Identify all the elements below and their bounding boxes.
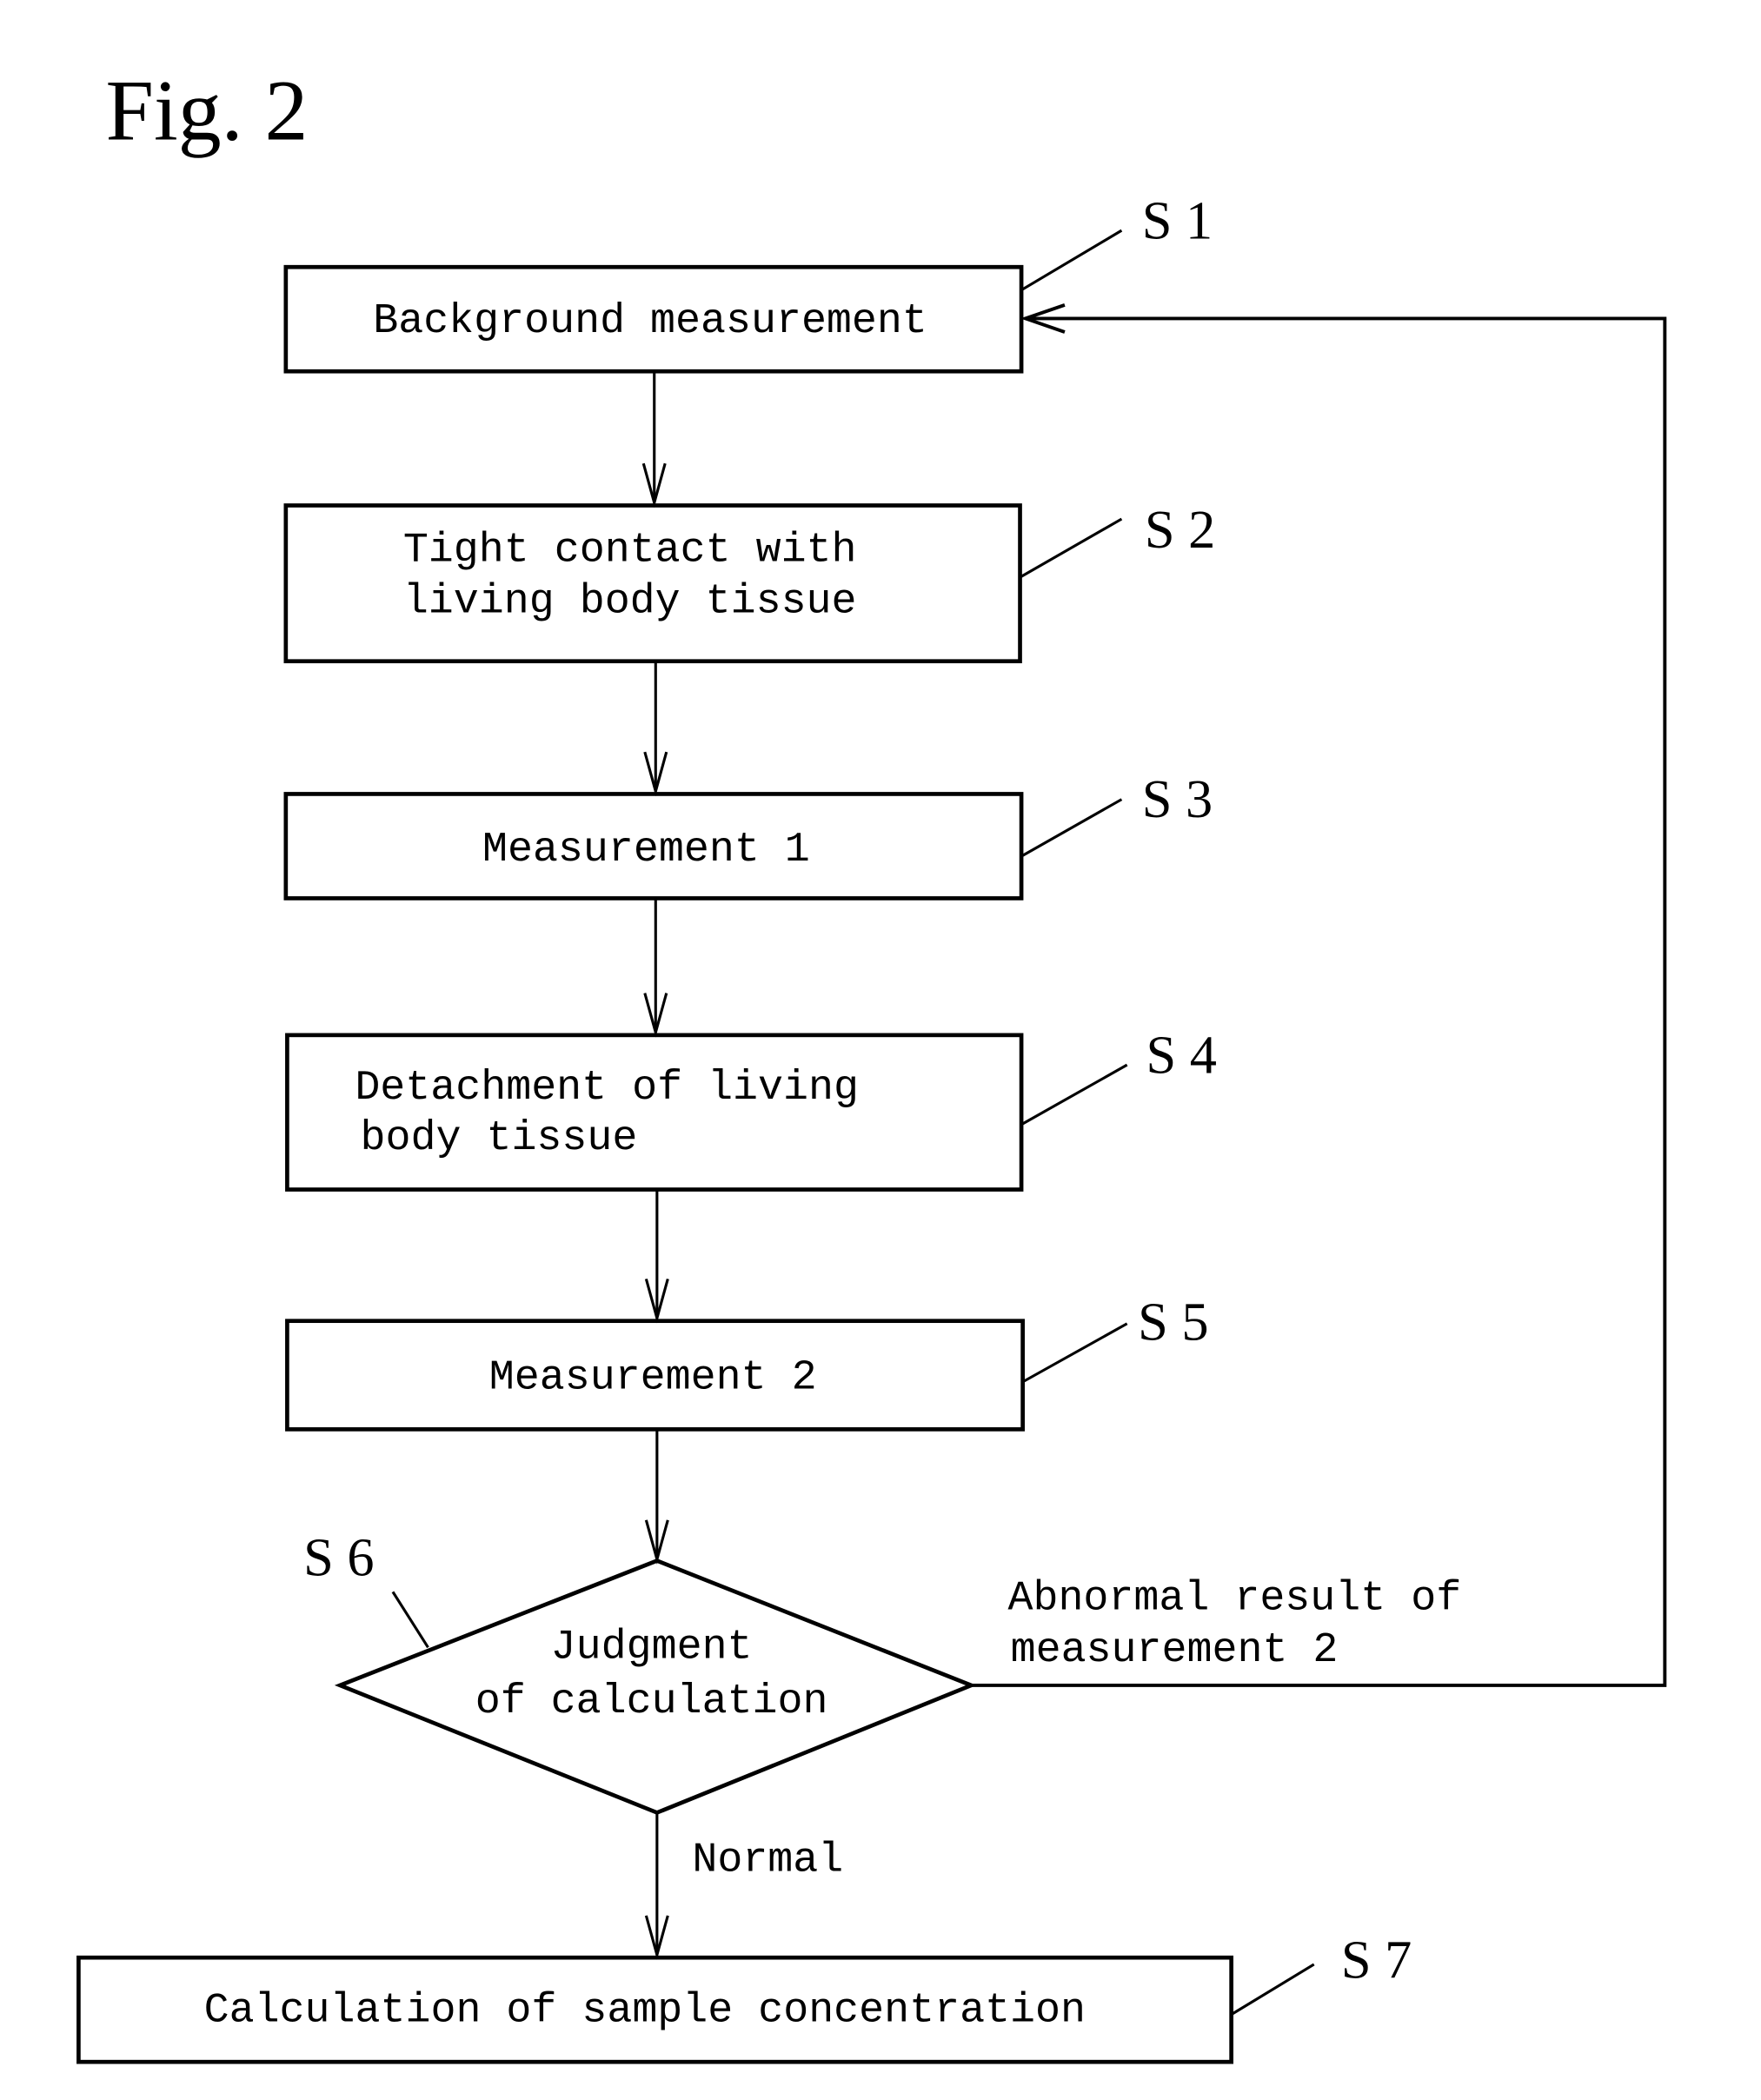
arrow-s6-s1-abnormal: Abnormal result of measurement 2 <box>971 303 1667 1687</box>
arrow-s4-s5 <box>644 1189 669 1324</box>
arrow-s3-s4 <box>643 898 668 1038</box>
step-s4: Detachment of living body tissue S 4 <box>285 1025 1217 1192</box>
step-s6-text-2: of calculation <box>475 1678 828 1725</box>
step-s2-text-1: Tight contact with <box>403 526 857 574</box>
arrow-s1-s2 <box>641 371 667 508</box>
step-s6-decision: Judgment of calculation S 6 <box>303 1528 977 1815</box>
step-s3-label: S 3 <box>1142 769 1213 829</box>
step-s2-label: S 2 <box>1145 500 1215 560</box>
abnormal-label-2: measurement 2 <box>1011 1626 1339 1674</box>
flowchart: Fig. 2 Background measurement S 1 Tight … <box>76 63 1667 2064</box>
step-s7-label: S 7 <box>1341 1931 1412 1990</box>
step-s4-text-2: body tissue <box>361 1114 638 1162</box>
figure-title: Fig. 2 <box>106 63 309 159</box>
step-s6-label: S 6 <box>303 1528 374 1588</box>
step-s2: Tight contact with living body tissue S … <box>283 500 1215 664</box>
abnormal-label-1: Abnormal result of <box>1007 1575 1461 1623</box>
step-s3: Measurement 1 S 3 <box>283 769 1213 900</box>
step-s3-text: Measurement 1 <box>482 826 810 874</box>
normal-label: Normal <box>692 1836 843 1884</box>
step-s1-label: S 1 <box>1142 190 1213 250</box>
step-s7-text: Calculation of sample concentration <box>204 1986 1086 2034</box>
step-s1-text: Background measurement <box>373 297 927 345</box>
arrow-s6-s7-normal: Normal <box>644 1812 843 1960</box>
step-s7: Calculation of sample concentration S 7 <box>76 1931 1412 2064</box>
step-s5-label: S 5 <box>1138 1293 1208 1352</box>
step-s5: Measurement 2 S 5 <box>285 1293 1209 1432</box>
arrow-s2-s3 <box>643 661 668 797</box>
step-s6-text-1: Judgment <box>551 1624 753 1671</box>
step-s5-text: Measurement 2 <box>489 1354 817 1402</box>
step-s1: Background measurement S 1 <box>283 190 1213 374</box>
arrow-s5-s6 <box>644 1429 669 1565</box>
step-s4-label: S 4 <box>1146 1025 1216 1085</box>
step-s2-text-2: living body tissue <box>403 578 857 626</box>
step-s4-text-1: Detachment of living <box>355 1064 859 1112</box>
